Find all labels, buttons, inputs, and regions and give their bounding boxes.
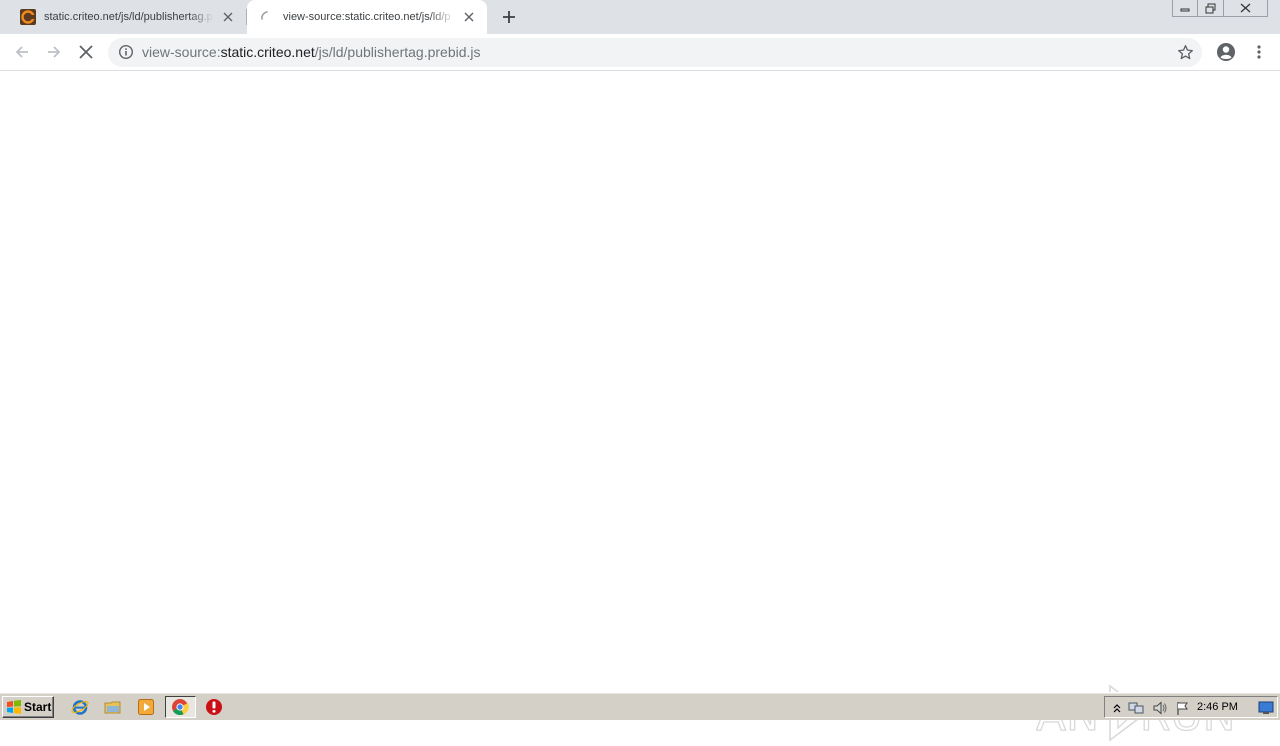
file-explorer-icon[interactable] xyxy=(104,698,122,716)
opera-icon[interactable] xyxy=(205,698,223,716)
taskbar: Start 2:46 PM xyxy=(0,692,1280,720)
tab-publishertag[interactable]: static.criteo.net/js/ld/publishertag.p xyxy=(8,0,246,34)
arrow-left-icon xyxy=(15,46,28,58)
url-path: /js/ld/publishertag.prebid.js xyxy=(314,44,481,60)
forward-button[interactable] xyxy=(42,40,66,64)
url-scheme: view-source: xyxy=(142,44,221,60)
windows-logo-icon xyxy=(7,700,21,714)
system-tray: 2:46 PM xyxy=(1104,696,1278,718)
tab-title: view-source:static.criteo.net/js/ld/p xyxy=(283,11,451,23)
minimize-icon xyxy=(1180,8,1190,12)
close-tab-icon[interactable] xyxy=(220,9,236,25)
close-window-button[interactable] xyxy=(1224,0,1268,17)
window-controls xyxy=(1172,0,1268,17)
menu-button[interactable] xyxy=(1247,40,1271,64)
kebab-menu-icon xyxy=(1257,45,1261,59)
new-tab-button[interactable] xyxy=(499,7,519,27)
network-icon[interactable] xyxy=(1128,700,1144,716)
browser-toolbar: view-source:static.criteo.net/js/ld/publ… xyxy=(0,34,1280,71)
stop-loading-button[interactable] xyxy=(74,40,98,64)
start-button[interactable]: Start xyxy=(2,696,54,718)
start-label: Start xyxy=(24,700,52,714)
close-icon xyxy=(1240,3,1251,13)
loading-spinner-icon xyxy=(261,11,268,20)
volume-icon[interactable] xyxy=(1152,700,1168,716)
bookmark-star-icon[interactable] xyxy=(1177,44,1194,61)
address-bar[interactable]: view-source:static.criteo.net/js/ld/publ… xyxy=(108,38,1202,67)
clock[interactable]: 2:46 PM xyxy=(1197,701,1238,713)
criteo-favicon xyxy=(20,9,36,25)
restore-button[interactable] xyxy=(1198,0,1224,17)
profile-button[interactable] xyxy=(1214,40,1238,64)
show-desktop-icon[interactable] xyxy=(1258,700,1274,716)
info-icon[interactable] xyxy=(118,44,134,60)
url-text[interactable]: view-source:static.criteo.net/js/ld/publ… xyxy=(142,44,481,61)
minimize-button[interactable] xyxy=(1172,0,1198,17)
back-button[interactable] xyxy=(10,40,34,64)
internet-explorer-icon[interactable] xyxy=(71,698,89,716)
tab-strip: static.criteo.net/js/ld/publishertag.p v… xyxy=(0,0,1280,34)
tab-title: static.criteo.net/js/ld/publishertag.p xyxy=(44,11,213,23)
stop-icon xyxy=(79,45,93,59)
page-content: ANY RUN xyxy=(0,72,1280,742)
tab-view-source[interactable]: view-source:static.criteo.net/js/ld/p xyxy=(247,0,487,34)
url-host: static.criteo.net xyxy=(220,44,315,60)
arrow-right-icon xyxy=(48,46,61,58)
show-hidden-icons-icon[interactable] xyxy=(1109,700,1125,716)
account-icon xyxy=(1217,43,1235,61)
action-center-flag-icon[interactable] xyxy=(1175,700,1191,716)
chrome-icon[interactable] xyxy=(171,698,189,716)
restore-icon xyxy=(1205,3,1216,13)
close-tab-icon[interactable] xyxy=(461,9,477,25)
media-player-icon[interactable] xyxy=(137,698,155,716)
plus-icon xyxy=(503,11,515,23)
